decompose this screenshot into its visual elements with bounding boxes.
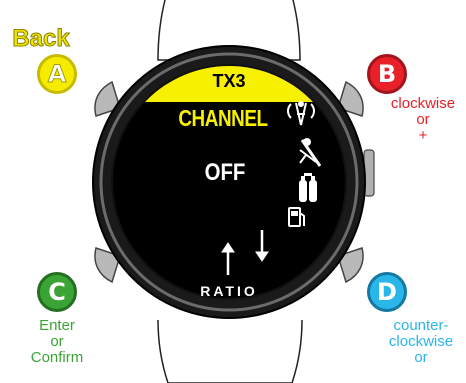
button-c-caption-line: or	[50, 332, 64, 350]
screen-value: OFF	[204, 159, 246, 186]
button-a[interactable]: A	[37, 54, 77, 94]
button-d-letter: D	[377, 278, 397, 306]
button-d-caption: counter- clockwise or	[376, 318, 466, 365]
button-b-caption-line: or	[416, 110, 430, 128]
button-c-caption: Enter or Confirm	[12, 318, 102, 365]
button-b[interactable]: B	[367, 54, 407, 94]
button-c-caption-line: Enter	[39, 317, 75, 334]
strap-bottom	[157, 319, 303, 383]
button-b-caption-line: clockwise	[390, 95, 456, 112]
button-b-letter: B	[377, 60, 397, 88]
screen-header: TX3	[212, 71, 246, 91]
button-a-letter: A	[47, 60, 67, 89]
button-b-caption-line: +	[418, 126, 428, 144]
button-c-letter: C	[48, 278, 66, 306]
button-d[interactable]: D	[367, 272, 407, 312]
button-d-caption-line: counter-	[393, 317, 449, 334]
back-caption: Back	[12, 25, 70, 52]
button-d-caption-line: or	[414, 348, 428, 366]
button-c[interactable]: C	[37, 272, 77, 312]
brand-ratio: RATIO	[200, 283, 258, 299]
button-b-caption: clockwise or +	[380, 96, 466, 143]
button-c-caption-line: Confirm	[30, 348, 84, 366]
screen-title: CHANNEL	[178, 105, 268, 131]
button-d-caption-line: clockwise	[388, 332, 454, 350]
